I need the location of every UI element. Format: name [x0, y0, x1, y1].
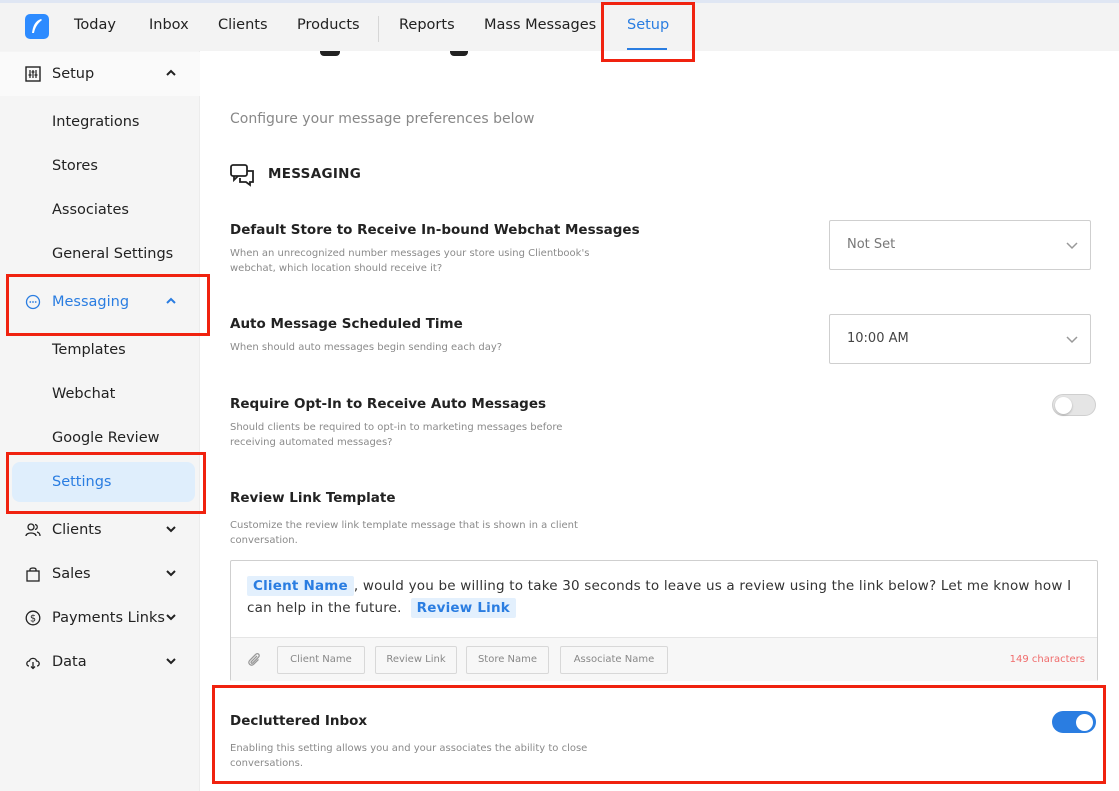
sidebar-item-label: Payments Links — [52, 610, 165, 626]
dollar-circle-icon: $ — [25, 610, 41, 626]
character-count: 149 characters — [1009, 654, 1085, 665]
sidebar-item-label: Webchat — [52, 386, 116, 402]
sidebar-item-label: Stores — [52, 158, 98, 174]
setting-description: When should auto messages begin sending … — [230, 342, 503, 353]
sidebar-item-label: Associates — [52, 202, 129, 218]
svg-text:$: $ — [30, 614, 36, 625]
nav-products[interactable]: Products — [297, 17, 360, 33]
messages-icon — [230, 164, 254, 187]
select-value: Not Set — [847, 237, 896, 252]
select-value: 10:00 AM — [847, 331, 909, 346]
auto-message-time-select[interactable]: 10:00 AM — [829, 314, 1091, 364]
chevron-down-icon — [166, 614, 176, 621]
nav-mass-messages[interactable]: Mass Messages — [484, 17, 596, 33]
chip-review-link: Review Link — [410, 598, 516, 618]
default-store-select[interactable]: Not Set — [829, 220, 1091, 270]
setting-title: Default Store to Receive In-bound Webcha… — [230, 222, 640, 238]
page-subtitle: Configure your message preferences below — [230, 111, 535, 127]
nav-clients[interactable]: Clients — [218, 17, 268, 33]
users-icon — [25, 523, 41, 537]
sidebar-item-webchat[interactable]: Webchat — [0, 372, 200, 416]
shopping-bag-icon — [26, 567, 40, 582]
toggle-knob — [1055, 397, 1072, 414]
nav-divider — [378, 16, 379, 42]
sliders-icon — [25, 66, 41, 82]
nav-today[interactable]: Today — [74, 17, 116, 33]
editor-toolbar: Client Name Review Link Store Name Assoc… — [231, 637, 1097, 681]
highlight-box-setup-tab — [601, 2, 695, 62]
chevron-down-icon — [166, 570, 176, 577]
tag-store-name-button[interactable]: Store Name — [466, 646, 549, 674]
tag-review-link-button[interactable]: Review Link — [375, 646, 457, 674]
chip-client-name: Client Name — [247, 576, 354, 596]
highlight-box-settings — [6, 452, 206, 514]
review-link-template-editor[interactable]: Client Name, would you be willing to tak… — [230, 560, 1098, 681]
template-text[interactable]: Client Name, would you be willing to tak… — [247, 575, 1087, 619]
setting-title: Auto Message Scheduled Time — [230, 316, 463, 332]
sidebar-item-sales[interactable]: Sales — [0, 552, 200, 596]
top-nav: Today Inbox Clients Products Reports Mas… — [0, 0, 1119, 51]
sidebar-item-clients[interactable]: Clients — [0, 508, 200, 552]
tag-client-name-button[interactable]: Client Name — [277, 646, 365, 674]
sidebar-item-data[interactable]: Data — [0, 640, 200, 684]
sidebar-item-payments-links[interactable]: $ Payments Links — [0, 596, 200, 640]
sidebar-item-label: Google Review — [52, 430, 160, 446]
sidebar-item-label: Integrations — [52, 114, 140, 130]
chevron-up-icon — [166, 69, 176, 76]
template-body-text: , would you be willing to take 30 second… — [247, 578, 1072, 616]
sidebar-item-label: General Settings — [52, 246, 174, 262]
sidebar-item-label: Data — [52, 654, 87, 670]
clientbook-logo[interactable] — [25, 14, 49, 39]
section-title: MESSAGING — [268, 166, 362, 182]
setting-description: When an unrecognized number messages you… — [230, 248, 590, 274]
nav-reports[interactable]: Reports — [399, 17, 455, 33]
paperclip-icon[interactable] — [246, 651, 262, 668]
sidebar-item-integrations[interactable]: Integrations — [0, 100, 200, 144]
opt-in-toggle[interactable] — [1052, 394, 1096, 416]
chevron-down-icon — [1066, 242, 1078, 250]
chevron-down-icon — [1066, 336, 1078, 344]
cloud-download-icon — [26, 657, 40, 670]
tag-associate-name-button[interactable]: Associate Name — [560, 646, 668, 674]
chevron-down-icon — [166, 658, 176, 665]
chevron-down-icon — [166, 526, 176, 533]
setting-description: Customize the review link template messa… — [230, 520, 578, 546]
sidebar-item-label: Clients — [52, 522, 102, 538]
sidebar-item-label: Setup — [52, 66, 95, 82]
nav-inbox[interactable]: Inbox — [149, 17, 189, 33]
sidebar-item-label: Templates — [52, 342, 126, 358]
highlight-box-decluttered-inbox — [212, 685, 1106, 784]
setting-title: Review Link Template — [230, 490, 396, 506]
sidebar-item-general-settings[interactable]: General Settings — [0, 232, 200, 276]
sidebar-item-stores[interactable]: Stores — [0, 144, 200, 188]
page-title-scrolled — [320, 51, 500, 57]
highlight-box-messaging — [6, 274, 210, 336]
sidebar-item-label: Sales — [52, 566, 91, 582]
sidebar-item-associates[interactable]: Associates — [0, 188, 200, 232]
setting-title: Require Opt-In to Receive Auto Messages — [230, 396, 547, 412]
setting-description: Should clients be required to opt-in to … — [230, 422, 563, 448]
sidebar-item-setup[interactable]: Setup — [0, 52, 200, 96]
